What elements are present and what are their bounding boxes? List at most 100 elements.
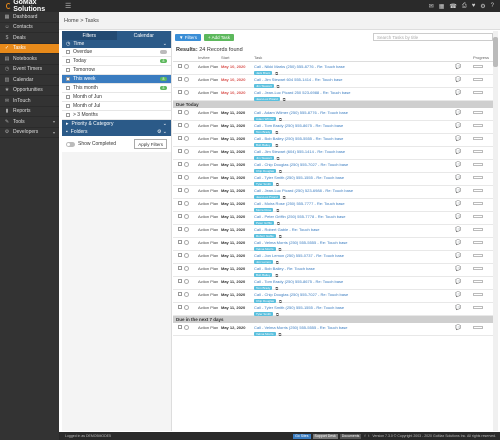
comments-icon[interactable]: 💬	[455, 77, 473, 83]
complete-circle-icon[interactable]	[184, 149, 189, 154]
scrollbar[interactable]	[493, 31, 498, 431]
complete-circle-icon[interactable]	[184, 110, 189, 115]
external-link-icon[interactable]: ⧉	[276, 312, 279, 317]
comments-icon[interactable]: 💬	[455, 227, 473, 233]
table-row[interactable]: Action Plan May 10, 2020 Call - Nikki Mark…	[173, 62, 493, 76]
task-title-link[interactable]: Call - Tyler Smith (250) 555-1555 - Re: …	[254, 175, 455, 180]
table-row[interactable]: Action Plan May 11, 2020 Call - Jim Stewar…	[173, 147, 493, 161]
contact-chip[interactable]: Jean-Luc Picard	[254, 96, 280, 102]
sidebar-item-event-timers[interactable]: ◷ Event Timers	[0, 65, 59, 75]
table-row[interactable]: Action Plan May 11, 2020 Call - Tyler Smit…	[173, 173, 493, 187]
complete-circle-icon[interactable]	[184, 292, 189, 297]
show-completed-toggle[interactable]	[66, 141, 75, 147]
table-row[interactable]: Action Plan May 11, 2020 Call - Chip Dougl…	[173, 290, 493, 304]
comments-icon[interactable]: 💬	[455, 292, 473, 298]
settings-icon[interactable]: ⚙	[480, 3, 485, 10]
complete-circle-icon[interactable]	[184, 253, 189, 258]
task-title-link[interactable]: Call - Velma Morris (250) 555-5555 - Re:…	[254, 325, 455, 330]
contact-chip[interactable]: Velma Morris	[254, 331, 276, 337]
sidebar-item-dashboard[interactable]: ▦ Dashboard	[0, 12, 59, 23]
sidebar-item-calendar[interactable]: ▥ Calendar	[0, 75, 59, 86]
twitter-icon[interactable]: t	[368, 434, 369, 438]
contact-chip[interactable]: Tyler Smith	[254, 311, 274, 317]
task-title-link[interactable]: Call - Tyler Smith (250) 555-1555 - Re: …	[254, 305, 455, 310]
time-filter-item[interactable]: Month of Jun	[62, 93, 171, 102]
checkbox[interactable]	[66, 50, 70, 54]
table-row[interactable]: Action Plan May 11, 2020 Call - Bob Bailey…	[173, 134, 493, 148]
complete-circle-icon[interactable]	[184, 214, 189, 219]
table-row[interactable]: Action Plan May 11, 2020 Call - Peter Grif…	[173, 212, 493, 226]
time-filter-item[interactable]: > 3 Months	[62, 111, 171, 120]
table-row[interactable]: Action Plan May 11, 2020 Call - Jean-Luc P…	[173, 186, 493, 200]
scrollbar-thumb[interactable]	[493, 37, 498, 67]
column-progress[interactable]: Progress	[473, 55, 493, 60]
table-row[interactable]: Action Plan May 11, 2020 Call - Chip Dougl…	[173, 160, 493, 174]
task-title-link[interactable]: Call - Jim Stewart (604) 555-1414 - Re: …	[254, 149, 455, 154]
complete-circle-icon[interactable]	[184, 64, 189, 69]
table-row[interactable]: Action Plan May 11, 2020 Call - Tom Brady …	[173, 121, 493, 135]
sidebar-item-reports[interactable]: ▮ Reports	[0, 107, 59, 117]
favorite-icon[interactable]: ♥	[472, 3, 476, 10]
complete-circle-icon[interactable]	[184, 279, 189, 284]
complete-circle-icon[interactable]	[184, 136, 189, 141]
time-filter-item[interactable]: Tomorrow	[62, 66, 171, 75]
checkbox[interactable]	[66, 59, 70, 63]
comments-icon[interactable]: 💬	[455, 214, 473, 220]
task-title-link[interactable]: Call - Jean-Luc Picard (250) 523-6988 - …	[254, 188, 455, 193]
complete-circle-icon[interactable]	[184, 227, 189, 232]
task-title-link[interactable]: Call - Bob Bailey - Re: Touch base	[254, 266, 455, 271]
task-title-link[interactable]: Call - Moira Rose (250) 555-7777 - Re: T…	[254, 201, 455, 206]
table-row[interactable]: Action Plan May 11, 2020 Call - Tom Brady …	[173, 277, 493, 291]
filters-button[interactable]: ▼ Filters	[175, 33, 201, 41]
table-row[interactable]: Action Plan May 11, 2020 Call - Bob Bailey…	[173, 264, 493, 278]
comments-icon[interactable]: 💬	[455, 240, 473, 246]
task-title-link[interactable]: Call - Tom Brady (250) 555-8675 - Re: To…	[254, 279, 455, 284]
tab-filters[interactable]: Filters	[62, 31, 117, 40]
task-title-link[interactable]: Call - Jim Stewart 604 555-1414 - Re: To…	[254, 77, 455, 82]
time-filter-item[interactable]: Overdue	[62, 48, 171, 57]
table-row[interactable]: Action Plan May 12, 2020 Call - Velma Morr…	[173, 323, 493, 337]
time-filter-item[interactable]: Month of Jul	[62, 102, 171, 111]
priority-section-header[interactable]: ▸ Priority & Category ⌄	[62, 120, 171, 128]
comments-icon[interactable]: 💬	[455, 162, 473, 168]
table-row[interactable]: Action Plan May 10, 2020 Call - Jean-Luc P…	[173, 88, 493, 102]
task-title-link[interactable]: Call - Adam Wilmer (250) 555-8776 - Re: …	[254, 110, 455, 115]
checkbox[interactable]	[66, 68, 70, 72]
phone-icon[interactable]: ☎	[449, 3, 456, 10]
checkbox[interactable]	[66, 113, 70, 117]
sidebar-item-tools[interactable]: ✎ Tools ▾	[0, 117, 59, 128]
table-row[interactable]: Action Plan May 11, 2020 Call - Velma Morr…	[173, 238, 493, 252]
breadcrumb-text[interactable]: Home > Tasks	[64, 18, 99, 24]
column-task[interactable]: Task	[254, 55, 473, 60]
app-logo[interactable]: GoMax Solutions	[0, 0, 59, 13]
task-title-link[interactable]: Call - Chip Douglas (250) 555-7027 - Re:…	[254, 162, 455, 167]
help-icon[interactable]: ?	[491, 3, 494, 10]
sidebar-item-intouch[interactable]: ✉ InTouch	[0, 96, 59, 107]
complete-circle-icon[interactable]	[184, 90, 189, 95]
add-task-button[interactable]: + Add Task	[203, 33, 235, 41]
complete-circle-icon[interactable]	[184, 266, 189, 271]
mail-icon[interactable]: ✉	[429, 3, 434, 10]
comments-icon[interactable]: 💬	[455, 279, 473, 285]
comments-icon[interactable]: 💬	[455, 201, 473, 207]
sidebar-item-developers[interactable]: ⚙ Developers ▾	[0, 128, 59, 138]
comments-icon[interactable]: 💬	[455, 64, 473, 70]
complete-circle-icon[interactable]	[184, 188, 189, 193]
comments-icon[interactable]: 💬	[455, 266, 473, 272]
external-link-icon[interactable]: ⧉	[279, 332, 282, 337]
complete-circle-icon[interactable]	[184, 201, 189, 206]
comments-icon[interactable]: 💬	[455, 325, 473, 331]
sidebar-item-tasks[interactable]: ✓ Tasks	[0, 43, 59, 54]
task-title-link[interactable]: Call - Jon Lemon (250) 555-0737 - Re: To…	[254, 253, 455, 258]
table-row[interactable]: Action Plan May 11, 2020 Call - Adam Wilme…	[173, 108, 493, 122]
checkbox[interactable]	[66, 77, 70, 81]
checkbox[interactable]	[66, 95, 70, 99]
sidebar-item-deals[interactable]: $ Deals	[0, 33, 59, 44]
column-invitee[interactable]: Invitee	[191, 55, 221, 60]
table-row[interactable]: Action Plan May 11, 2020 Call - Robert Gab…	[173, 225, 493, 239]
gear-icon[interactable]: ⚙ ⌄	[157, 129, 167, 135]
print-icon[interactable]: ⎙	[462, 3, 467, 10]
time-filter-item[interactable]: Today 8	[62, 57, 171, 66]
table-row[interactable]: Action Plan May 11, 2020 Call - Moira Rose…	[173, 199, 493, 213]
complete-circle-icon[interactable]	[184, 123, 189, 128]
